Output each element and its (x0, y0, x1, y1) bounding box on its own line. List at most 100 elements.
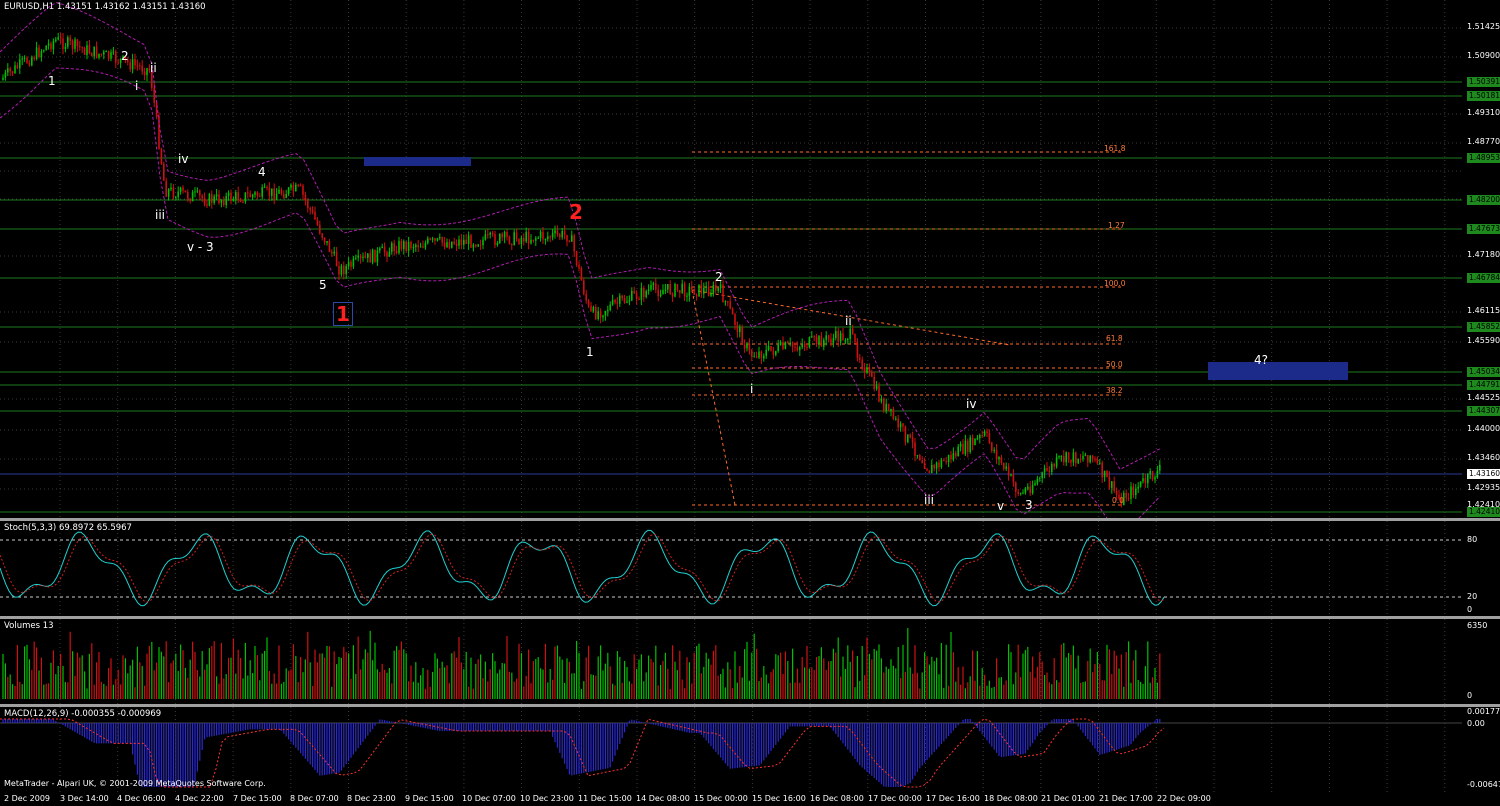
candle-body (748, 343, 751, 351)
price-chart-pane[interactable]: EURUSD,H1 1.43151 1.43162 1.43151 1.4316… (0, 0, 1462, 518)
candle-body (254, 192, 256, 195)
candle-body (292, 184, 295, 192)
candle-body (309, 208, 311, 210)
candle-body (811, 336, 813, 338)
candle-body (208, 194, 211, 206)
candle-body (69, 37, 71, 41)
candle-body (458, 239, 460, 246)
candle-body (225, 195, 227, 205)
candle-body (1106, 470, 1108, 478)
wave-label-major-2: 2 (569, 200, 583, 224)
candle-body (791, 342, 794, 347)
candle-body (405, 241, 407, 251)
candle-body (566, 234, 568, 242)
wave-label: 4? (1254, 353, 1269, 367)
fib-label: 161.8 (1104, 144, 1126, 153)
wave-label: i (135, 79, 139, 93)
wave-label-major-1: 1 (333, 302, 353, 326)
candle-body (280, 189, 283, 194)
level-tag: 1.42410 (1467, 507, 1500, 517)
time-tick: 8 Dec 07:00 (290, 794, 339, 803)
candle-body (374, 249, 376, 263)
candle-body (926, 469, 928, 471)
candle-body (352, 258, 355, 267)
candle-body (835, 331, 837, 339)
candle-body (1029, 486, 1031, 493)
candle-body (343, 265, 345, 275)
candle-body (681, 283, 683, 293)
candle-body (1003, 462, 1005, 469)
candle-body (362, 256, 364, 258)
candle-body (295, 184, 297, 192)
wave-label: 3 (1025, 498, 1033, 512)
candle-body (775, 351, 777, 355)
candle-body (467, 235, 470, 244)
candle-body (592, 306, 595, 312)
macd-tick: 0.00177 (1467, 707, 1500, 716)
candle-body (571, 235, 573, 242)
current-price-tag: 1.43160 (1467, 469, 1500, 479)
candle-body (400, 240, 403, 250)
candle-body (76, 39, 79, 47)
candle-body (818, 336, 820, 344)
candle-body (1072, 452, 1075, 463)
stoch-main-line (0, 529, 1165, 607)
candle-body (700, 284, 703, 294)
candle-body (616, 302, 619, 304)
candle-body (688, 286, 691, 296)
candle-body (2, 77, 4, 80)
candle-body (806, 346, 808, 348)
candle-body (299, 185, 302, 187)
candle-body (64, 46, 67, 50)
candle-body (1060, 455, 1063, 457)
candle-body (758, 351, 760, 358)
candle-body (304, 194, 307, 201)
candle-body (849, 328, 851, 339)
candle-body (50, 43, 52, 50)
candle-body (707, 286, 710, 296)
candle-body (367, 253, 369, 258)
candle-body (16, 65, 19, 69)
candle-body (631, 290, 633, 301)
candle-body (93, 46, 95, 57)
candle-body (847, 338, 849, 341)
price-tick: 1.51425 (1467, 22, 1500, 31)
price-tick: 1.46115 (1467, 306, 1500, 315)
candle-body (511, 243, 513, 246)
candle-body (866, 367, 868, 373)
volume-pane[interactable]: Volumes 13 (0, 619, 1462, 704)
candle-body (1027, 486, 1029, 489)
price-tick: 1.47180 (1467, 250, 1500, 259)
candle-body (451, 241, 453, 248)
stoch-pane[interactable]: Stoch(5,3,3) 69.8972 65.5967 (0, 521, 1462, 616)
candle-body (179, 187, 182, 192)
candle-body (947, 454, 950, 463)
candle-body (695, 294, 698, 297)
candle-body (914, 442, 916, 456)
candle-body (393, 243, 395, 252)
candle-body (177, 191, 179, 198)
candle-body (487, 234, 489, 236)
candle-body (815, 336, 818, 344)
candle-body (28, 62, 31, 66)
fib-label: 50.0 (1106, 360, 1123, 369)
candle-body (271, 188, 273, 196)
candle-body (575, 251, 578, 265)
candle-body (220, 199, 223, 204)
candle-body (1084, 455, 1087, 457)
candle-body (1127, 498, 1130, 500)
candle-body (1051, 464, 1053, 473)
candle-body (719, 284, 722, 289)
candle-body (1089, 455, 1091, 463)
candle-body (878, 385, 880, 402)
candle-body (746, 343, 748, 349)
candle-body (227, 192, 230, 196)
wave-label: 2 (715, 270, 723, 284)
candle-body (369, 253, 371, 263)
candle-body (969, 437, 971, 452)
candle-body (676, 283, 679, 291)
fib-anchor-line (691, 289, 736, 506)
candle-body (760, 351, 763, 359)
candle-body (993, 449, 995, 451)
candle-body (1005, 466, 1007, 469)
